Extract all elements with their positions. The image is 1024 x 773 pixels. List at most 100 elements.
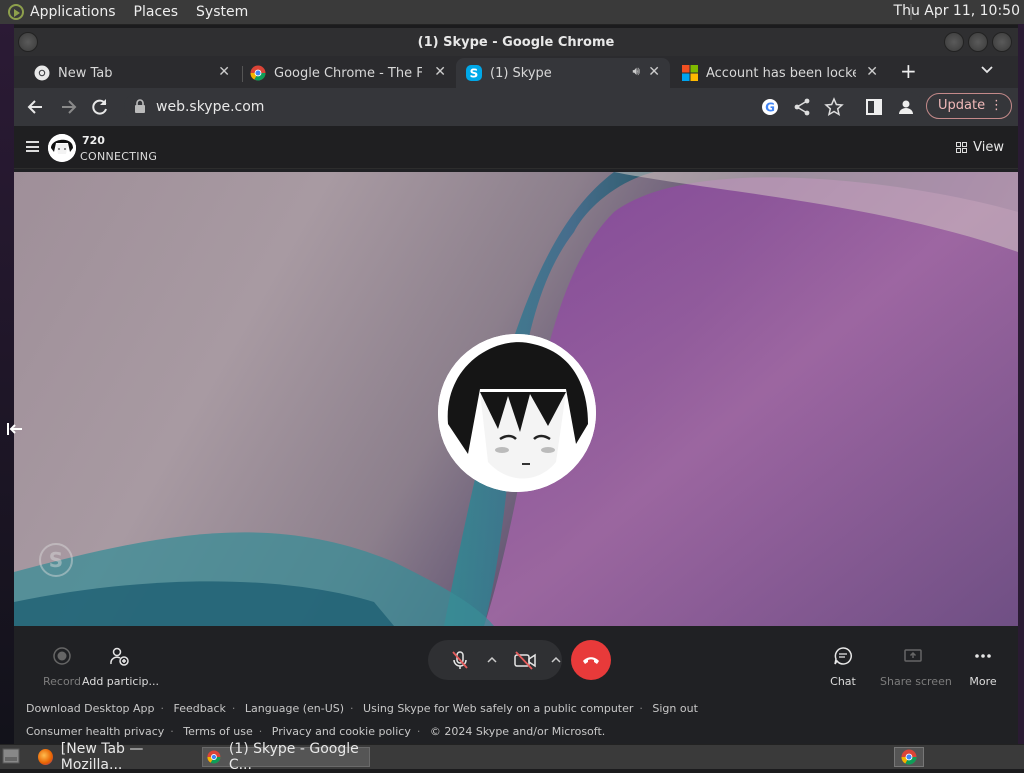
tab-title: Google Chrome - The Fas <box>274 65 422 81</box>
add-participants-button[interactable]: Add particip... <box>82 646 159 688</box>
maximize-button[interactable] <box>968 32 988 52</box>
workspace-switcher[interactable] <box>894 747 924 767</box>
microphone-muted-icon[interactable] <box>450 650 470 670</box>
profile-icon[interactable] <box>896 97 916 117</box>
footer-link[interactable]: Privacy and cookie policy <box>272 725 411 738</box>
share-screen-icon <box>904 649 922 662</box>
mic-camera-group <box>428 640 562 680</box>
forward-arrow-icon[interactable] <box>58 97 78 117</box>
add-person-icon <box>110 647 129 666</box>
desktop-background-right <box>1018 24 1024 744</box>
top-panel: Applications Places System Thu Apr 11, 1… <box>0 0 1024 25</box>
update-label: Update <box>938 98 986 113</box>
share-icon[interactable] <box>792 97 812 117</box>
bookmark-star-icon[interactable] <box>824 97 844 117</box>
more-button[interactable]: More <box>964 646 1002 688</box>
camera-off-icon[interactable] <box>514 650 536 670</box>
view-label: View <box>973 140 1004 155</box>
url-text[interactable]: web.skype.com <box>156 99 264 115</box>
update-button[interactable]: Update ⋮ <box>926 93 1012 119</box>
more-vert-icon[interactable]: ⋮ <box>990 94 1003 118</box>
chrome-icon <box>250 65 266 81</box>
close-tab-icon[interactable]: ✕ <box>434 64 446 80</box>
hang-up-button[interactable] <box>571 640 611 680</box>
call-stage: S <box>14 172 1018 626</box>
caller-avatar[interactable] <box>48 134 76 162</box>
footer-link[interactable]: Language (en-US) <box>245 702 344 715</box>
chrome-icon <box>34 65 50 81</box>
window-title: (1) Skype - Google Chrome <box>417 34 615 50</box>
more-horizontal-icon <box>975 654 991 658</box>
chat-button[interactable]: Chat <box>820 646 866 688</box>
speaker-icon[interactable]: 🔊︎ <box>632 64 640 79</box>
svg-text:S: S <box>470 67 479 81</box>
google-lens-icon[interactable]: G <box>760 97 780 117</box>
firefox-icon <box>38 749 53 765</box>
footer-link[interactable]: Download Desktop App <box>26 702 155 715</box>
tab-account-locked[interactable]: Account has been locked - ✕ <box>672 58 888 88</box>
call-header: 720 CONNECTING View <box>14 126 1018 169</box>
taskbar-item-chrome[interactable]: (1) Skype - Google C... <box>202 741 370 773</box>
menu-system[interactable]: System <box>196 4 248 20</box>
window-menu-button[interactable] <box>18 32 38 52</box>
share-screen-button[interactable]: Share screen <box>880 646 952 688</box>
tab-search-chevron-icon[interactable] <box>980 62 994 76</box>
caller-avatar-large <box>438 334 596 492</box>
tab-new-tab[interactable]: New Tab ✕ <box>24 58 240 88</box>
view-button[interactable]: View <box>956 140 1004 155</box>
skype-watermark-icon: S <box>39 543 73 577</box>
close-tab-icon[interactable]: ✕ <box>218 64 230 80</box>
microsoft-icon <box>682 65 698 81</box>
clock[interactable]: Thu Apr 11, 10:50 <box>894 3 1020 19</box>
chat-label: Chat <box>830 675 856 688</box>
tab-title: New Tab <box>58 65 113 81</box>
lock-icon[interactable] <box>134 99 146 113</box>
page-footer: Download Desktop App · Feedback · Language… <box>14 702 1018 744</box>
back-arrow-icon[interactable] <box>26 97 46 117</box>
tab-google-chrome[interactable]: Google Chrome - The Fas ✕ <box>240 58 456 88</box>
mic-options-chevron-icon[interactable] <box>486 654 498 666</box>
system-logo-icon[interactable] <box>8 4 24 20</box>
bottom-taskbar: [New Tab — Mozilla... (1) Skype - Google… <box>0 741 1024 773</box>
minimize-button[interactable] <box>944 32 964 52</box>
taskbar-item-title: [New Tab — Mozilla... <box>60 741 144 773</box>
share-screen-label: Share screen <box>880 675 952 688</box>
chrome-icon <box>207 750 221 764</box>
tab-strip: New Tab ✕ Google Chrome - The Fas ✕ S (1… <box>14 56 1018 88</box>
svg-text:G: G <box>765 101 775 115</box>
resize-cursor-icon <box>7 423 22 435</box>
footer-link[interactable]: Consumer health privacy <box>26 725 164 738</box>
footer-link[interactable]: Using Skype for Web safely on a public c… <box>363 702 633 715</box>
window-titlebar[interactable]: (1) Skype - Google Chrome <box>14 28 1018 56</box>
taskbar-item-title: (1) Skype - Google C... <box>228 741 359 773</box>
close-window-button[interactable] <box>992 32 1012 52</box>
grid-view-icon <box>956 142 968 153</box>
menu-places[interactable]: Places <box>134 4 179 20</box>
more-label: More <box>969 675 997 688</box>
copyright-text: © 2024 Skype and/or Microsoft. <box>429 725 606 738</box>
chat-bubble-icon <box>834 647 852 665</box>
camera-options-chevron-icon[interactable] <box>550 654 562 666</box>
chrome-window: (1) Skype - Google Chrome New Tab ✕ Goog… <box>14 28 1018 744</box>
close-tab-icon[interactable]: ✕ <box>648 64 660 80</box>
close-tab-icon[interactable]: ✕ <box>866 64 878 80</box>
phone-hangup-icon <box>583 657 599 664</box>
footer-link[interactable]: Terms of use <box>183 725 252 738</box>
browser-toolbar: web.skype.com G Update ⋮ <box>14 88 1018 126</box>
anime-avatar-image <box>438 334 596 492</box>
footer-link[interactable]: Feedback <box>174 702 226 715</box>
footer-link[interactable]: Sign out <box>652 702 698 715</box>
tab-title: (1) Skype <box>490 65 552 81</box>
new-tab-button[interactable]: + <box>900 59 917 83</box>
reload-icon[interactable] <box>90 97 110 117</box>
menu-applications[interactable]: Applications <box>30 4 116 20</box>
side-panel-icon[interactable] <box>864 97 884 117</box>
taskbar-item-firefox[interactable]: [New Tab — Mozilla... <box>34 741 202 773</box>
record-icon <box>53 647 71 665</box>
tab-skype[interactable]: S (1) Skype 🔊︎ ✕ <box>456 58 670 88</box>
hamburger-menu-icon[interactable] <box>26 141 39 152</box>
show-desktop-icon[interactable] <box>2 748 20 764</box>
desktop-background-left <box>0 24 14 744</box>
call-status: CONNECTING <box>80 150 158 163</box>
add-participants-label: Add particip... <box>82 675 159 688</box>
